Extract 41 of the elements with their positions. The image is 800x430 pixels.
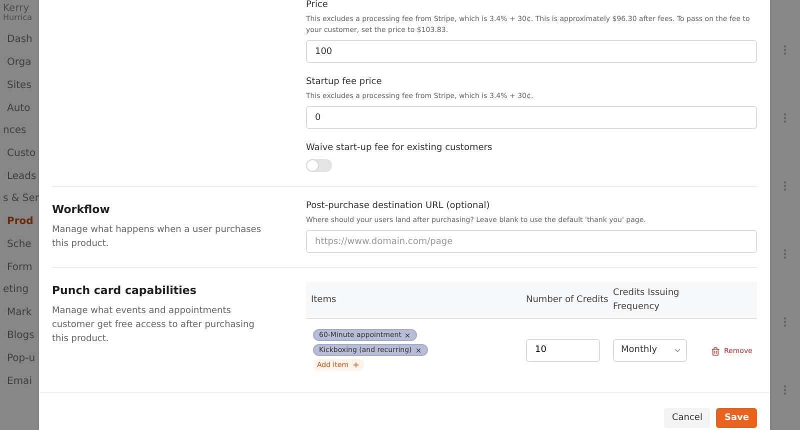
save-button[interactable]: Save [716,408,757,428]
sidebar-heading: nces [3,126,28,136]
column-header: Credits Issuing Frequency [612,287,680,314]
sidebar-heading: eting [3,285,30,295]
close-icon [414,346,422,354]
sidebar-item[interactable]: Sites [7,81,39,91]
section-title: Workflow [52,203,111,216]
column-header: Number of Credits [526,294,610,307]
sidebar-item[interactable]: Dash [7,35,39,45]
section-title: Punch card capabilities [52,284,198,297]
sidebar-item[interactable]: Prod [7,217,39,227]
price-input[interactable]: 100 [306,40,757,63]
user-name: Kerry [3,4,30,14]
startup-fee-input[interactable]: 0 [306,106,757,129]
sidebar-item[interactable]: Leads [7,172,39,182]
sidebar-item[interactable]: Custo [7,149,39,159]
sidebar-heading: s & Ser [3,194,39,204]
organization-name: Hurrica [3,14,34,22]
field-label: Waive start-up fee for existing customers [306,143,494,153]
waive-fee-toggle[interactable] [306,159,332,172]
sidebar-item[interactable]: Mark [7,308,39,318]
field-label: Post-purchase destination URL (optional) [306,201,491,211]
close-icon [404,332,412,338]
sidebar-item[interactable]: Sche [7,240,39,250]
section-description: Manage what happens when a user purchases this product. [52,224,262,251]
section-description: Manage what events and appointments customer get free access to after purchasing this product. [52,305,256,346]
sidebar-item[interactable]: Pop-u [7,354,39,364]
column-header: Items [310,294,338,307]
sidebar-item[interactable]: Emai [7,377,39,387]
sidebar-item[interactable]: Orga [7,58,39,68]
frequency-select[interactable]: Monthly [612,338,687,362]
sidebar-item[interactable]: Form [7,263,39,273]
sidebar-item[interactable]: Auto [7,104,39,114]
credits-input[interactable]: 10 [526,338,600,362]
field-label: Price [306,0,329,10]
plus-icon [352,361,360,369]
cancel-button[interactable]: Cancel [664,408,710,428]
sidebar-item[interactable]: Blogs [7,331,39,341]
url-input[interactable]: https://www.domain.com/page [306,230,757,253]
trash-icon [710,346,720,356]
field-label: Startup fee price [306,77,383,87]
